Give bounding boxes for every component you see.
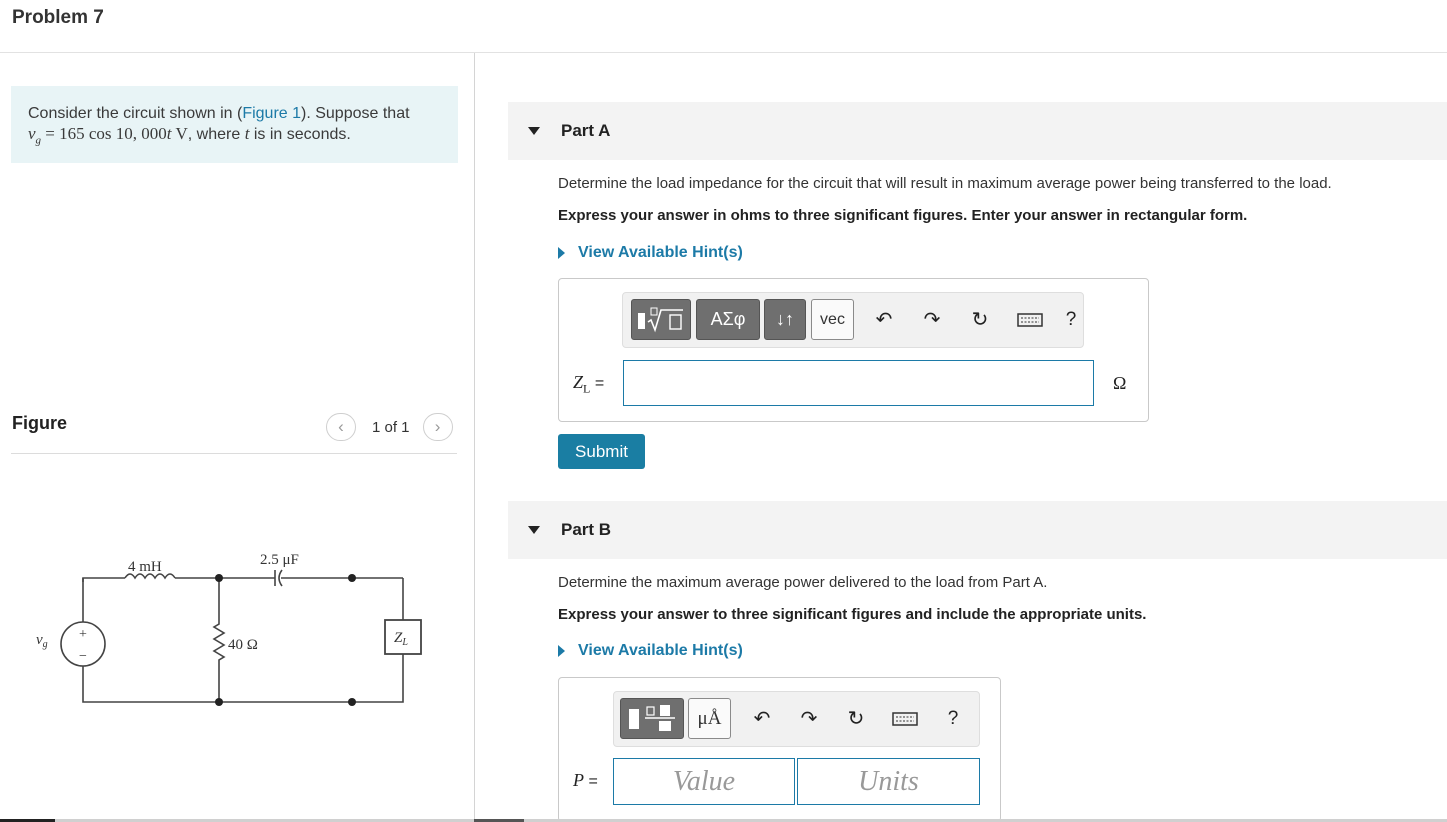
figure-counter: 1 of 1 — [372, 418, 410, 436]
undo-icon[interactable]: ↶ — [871, 299, 897, 340]
subscript-superscript-button[interactable]: ↓↑ — [764, 299, 806, 340]
part-a-answer-box: ΑΣφ ↓↑ vec ↶ ↷ ↻ ? ZL = Ω — [558, 278, 1149, 422]
submit-button[interactable]: Submit — [558, 434, 645, 469]
node-dot — [348, 574, 356, 582]
source-minus: − — [79, 649, 87, 664]
node-dot — [215, 574, 223, 582]
part-b-question: Determine the maximum average power deli… — [558, 574, 1048, 591]
inductor-label: 4 mH — [128, 559, 162, 575]
part-a-math-toolbar: ΑΣφ ↓↑ vec ↶ ↷ ↻ ? — [622, 292, 1084, 348]
load-label: ZL — [394, 630, 408, 648]
part-a-title: Part A — [561, 121, 611, 140]
help-button[interactable]: ? — [1063, 299, 1079, 340]
node-dot — [348, 698, 356, 706]
keyboard-icon[interactable] — [1015, 299, 1045, 340]
part-b-title: Part B — [561, 520, 612, 539]
problem-title: Problem 7 — [12, 7, 104, 28]
ohm-unit-label: Ω — [1113, 373, 1127, 393]
hint-label: View Available Hint(s) — [578, 642, 743, 659]
figure-heading: Figure — [12, 413, 68, 433]
keyboard-icon[interactable] — [890, 698, 920, 739]
intro-text-end: , where — [187, 126, 241, 143]
expand-triangle-icon — [558, 645, 565, 657]
part-b-header[interactable]: Part B — [508, 501, 1447, 559]
capacitor-label: 2.5 μF — [260, 552, 299, 568]
figure-navigation: ‹ 1 of 1 › — [326, 413, 453, 441]
reset-icon[interactable]: ↻ — [967, 299, 993, 340]
hint-label: View Available Hint(s) — [578, 244, 743, 261]
part-a-input-label: ZL = — [573, 372, 605, 396]
source-plus: + — [79, 627, 87, 642]
node-dot — [215, 698, 223, 706]
figure-divider — [11, 453, 457, 454]
intro-text-before: Consider the circuit shown in ( — [28, 105, 243, 122]
part-b-input-label: P = — [573, 770, 598, 790]
vector-button[interactable]: vec — [811, 299, 854, 340]
intro-text-after: ). Suppose that — [301, 105, 410, 122]
figure-link[interactable]: Figure 1 — [242, 105, 301, 122]
help-button[interactable]: ? — [945, 698, 961, 739]
collapse-triangle-icon — [528, 526, 540, 534]
intro-line-2: vg = 165 cos 10, 000t V, where t is in s… — [28, 124, 351, 147]
problem-intro: Consider the circuit shown in (Figure 1)… — [11, 86, 458, 163]
intro-equation: vg = 165 cos 10, 000t V — [28, 124, 188, 147]
part-b-answer-box: μÅ ↶ ↷ ↻ ? P = Value Units — [558, 677, 1001, 822]
reset-icon[interactable]: ↻ — [843, 698, 869, 739]
greek-symbols-button[interactable]: ΑΣφ — [696, 299, 760, 340]
part-a-question: Determine the load impedance for the cir… — [558, 175, 1332, 192]
part-a-answer-input[interactable] — [623, 360, 1094, 406]
fraction-template-icon[interactable] — [620, 698, 684, 739]
header-divider — [0, 52, 1447, 53]
undo-icon[interactable]: ↶ — [749, 698, 775, 739]
redo-icon[interactable]: ↷ — [919, 299, 945, 340]
column-divider — [474, 53, 475, 822]
intro-text-final: is in seconds. — [253, 126, 351, 143]
chevron-right-icon[interactable]: › — [422, 413, 453, 441]
intro-line-1: Consider the circuit shown in (Figure 1)… — [28, 104, 458, 124]
redo-icon[interactable]: ↷ — [796, 698, 822, 739]
collapse-triangle-icon — [528, 127, 540, 135]
part-b-hint-link[interactable]: View Available Hint(s) — [558, 642, 743, 660]
fraction-sqrt-template-icon[interactable] — [631, 299, 691, 340]
units-input[interactable]: Units — [797, 758, 980, 805]
source-label: vg — [36, 632, 48, 650]
circuit-diagram: 4 mH 2.5 μF 40 Ω ZL vg + − — [36, 552, 422, 706]
part-b-math-toolbar: μÅ ↶ ↷ ↻ ? — [613, 691, 980, 747]
part-a-header[interactable]: Part A — [508, 102, 1447, 160]
part-b-instruction: Express your answer to three significant… — [558, 606, 1147, 623]
resistor-label: 40 Ω — [228, 637, 258, 653]
chevron-left-icon[interactable]: ‹ — [326, 413, 356, 441]
part-a-hint-link[interactable]: View Available Hint(s) — [558, 244, 743, 262]
expand-triangle-icon — [558, 247, 565, 259]
part-a-instruction: Express your answer in ohms to three sig… — [558, 207, 1248, 224]
value-input[interactable]: Value — [613, 758, 795, 805]
units-button[interactable]: μÅ — [688, 698, 731, 739]
